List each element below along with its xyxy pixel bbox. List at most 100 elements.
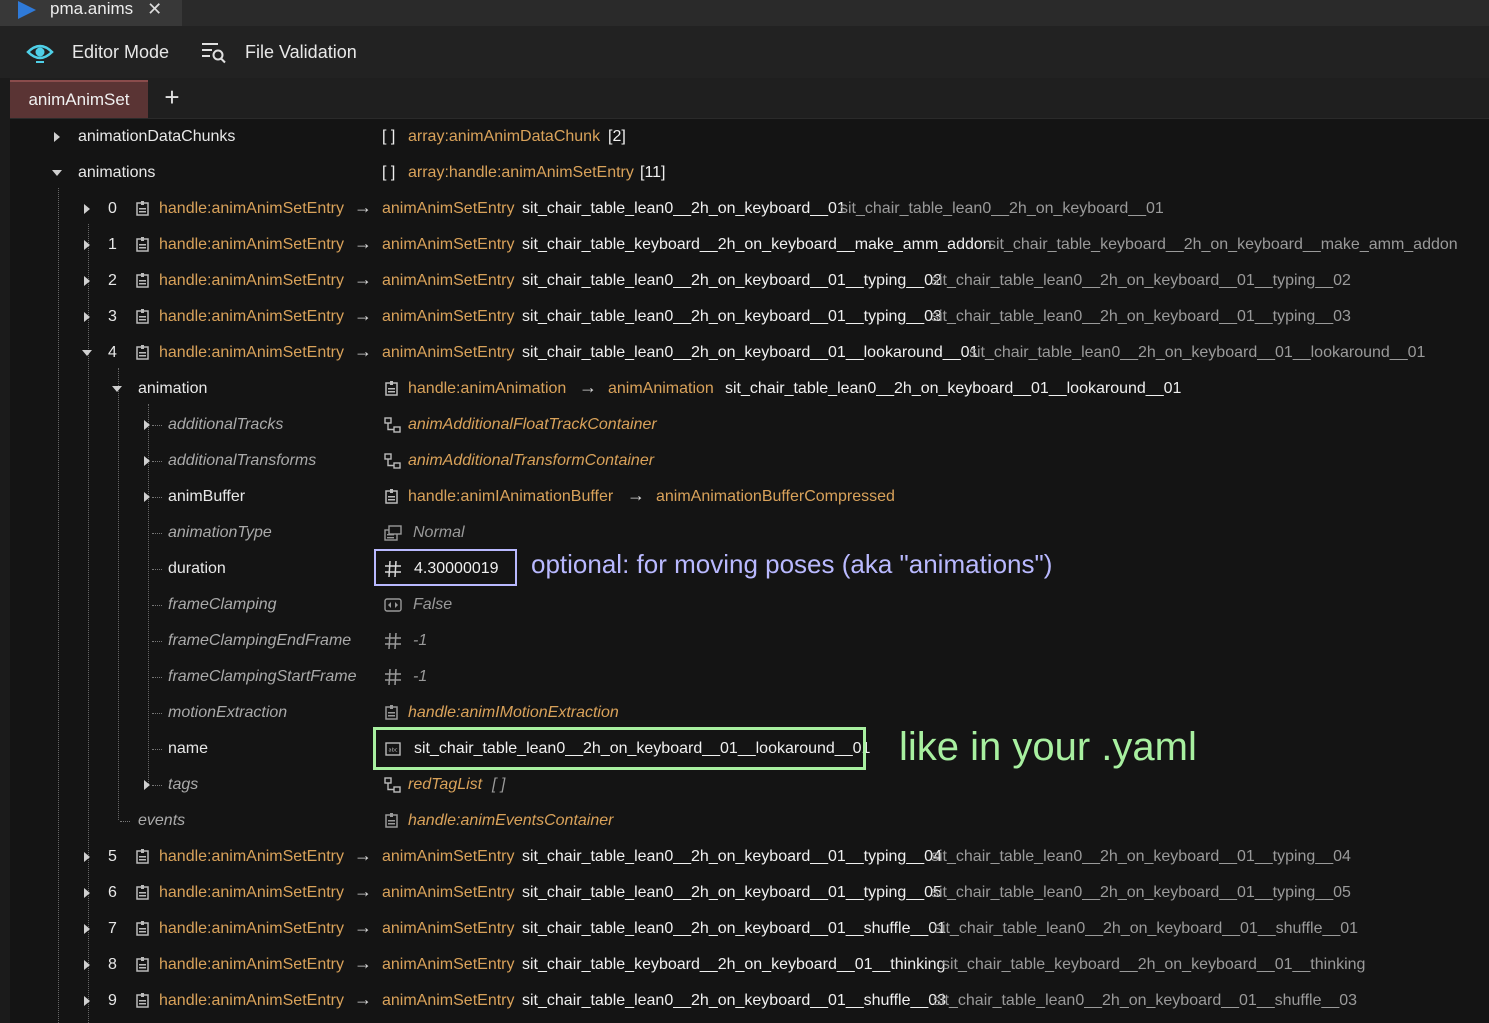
handle-icon [136, 273, 149, 288]
entry-index: 4 [108, 344, 117, 361]
entry-index: 8 [108, 956, 117, 973]
tree-row-entry[interactable]: 3 handle:animAnimSetEntry → animAnimSetE… [10, 299, 1489, 335]
tree-row-animations[interactable]: animations [ ] array:handle:animAnimSetE… [10, 155, 1489, 191]
field-key: frameClampingStartFrame [168, 668, 357, 685]
entry-handle: handle:animAnimSetEntry [159, 848, 344, 865]
tree-row-entry[interactable]: 0 handle:animAnimSetEntry → animAnimSetE… [10, 191, 1489, 227]
expand-icon[interactable] [84, 960, 90, 970]
tree-connector [152, 461, 162, 462]
tree-row-animbuffer[interactable]: animBuffer handle:animIAnimationBuffer →… [10, 479, 1489, 515]
file-validation-button[interactable]: File Validation [201, 26, 357, 78]
entry-index: 3 [108, 308, 117, 325]
entry-name: sit_chair_table_keyboard__2h_on_keyboard… [522, 956, 946, 973]
field-handle: handle:animIAnimationBuffer [408, 488, 614, 505]
expand-icon[interactable] [84, 312, 90, 322]
tree-row-entry[interactable]: 2 handle:animAnimSetEntry → animAnimSetE… [10, 263, 1489, 299]
field-key: name [168, 740, 209, 757]
expand-icon[interactable] [84, 240, 90, 250]
tree-row-frameclampingendframe[interactable]: frameClampingEndFrame -1 [10, 623, 1489, 659]
expand-icon[interactable] [84, 276, 90, 286]
tree-row-animationtype[interactable]: animationType Normal [10, 515, 1489, 551]
entry-handle: handle:animAnimSetEntry [159, 272, 344, 289]
close-icon[interactable]: ✕ [147, 0, 162, 20]
tree-row-animationdatachunks[interactable]: animationDataChunks [ ] array:animAnimDa… [10, 119, 1489, 155]
tree-row-frameclampingstartframe[interactable]: frameClampingStartFrame -1 [10, 659, 1489, 695]
entry-index: 5 [108, 848, 117, 865]
panel-tabs: animAnimSet + [10, 78, 1489, 119]
arrow-right-icon: → [579, 377, 597, 397]
field-key: duration [168, 560, 226, 577]
handle-icon [136, 885, 149, 900]
entry-handle: handle:animAnimSetEntry [159, 308, 344, 325]
entry-handle: handle:animAnimSetEntry [159, 236, 344, 253]
expand-icon[interactable] [144, 780, 150, 790]
tree-row-tags[interactable]: tags redTagList [ ] [10, 767, 1489, 803]
tree-row-entry[interactable]: 8 handle:animAnimSetEntry → animAnimSetE… [10, 947, 1489, 983]
entry-name: sit_chair_table_lean0__2h_on_keyboard__0… [522, 200, 846, 217]
tree-connector [152, 533, 162, 534]
field-key: animBuffer [168, 488, 246, 505]
play-icon [18, 1, 36, 19]
expand-icon[interactable] [84, 852, 90, 862]
hash-icon [385, 668, 401, 686]
collapse-icon[interactable] [52, 170, 62, 176]
expand-icon[interactable] [144, 456, 150, 466]
entry-display: sit_chair_table_lean0__2h_on_keyboard__0… [931, 848, 1351, 865]
name-highlight-box [373, 727, 866, 770]
tree-row-additionaltracks[interactable]: additionalTracks animAdditionalFloatTrac… [10, 407, 1489, 443]
tree-row-events[interactable]: events handle:animEventsContainer [10, 803, 1489, 839]
arrow-right-icon: → [354, 881, 372, 901]
collapse-icon[interactable] [82, 350, 92, 356]
editor-mode-button[interactable]: Editor Mode [26, 26, 169, 78]
document-tab[interactable]: pma.anims ✕ [0, 0, 182, 26]
entry-name: sit_chair_table_lean0__2h_on_keyboard__0… [522, 884, 942, 901]
entry-index: 6 [108, 884, 117, 901]
arrow-right-icon: → [354, 305, 372, 325]
field-type: array:animAnimDataChunk [408, 128, 601, 145]
arrow-right-icon: → [354, 341, 372, 361]
handle-icon [385, 381, 398, 396]
expand-icon[interactable] [84, 924, 90, 934]
entry-handle: handle:animAnimSetEntry [159, 884, 344, 901]
editor-mode-label: Editor Mode [72, 41, 170, 62]
expand-icon[interactable] [54, 132, 60, 142]
expand-icon[interactable] [84, 996, 90, 1006]
field-key: animationDataChunks [78, 128, 236, 145]
entry-type: animAnimSetEntry [382, 236, 515, 253]
handle-icon [136, 849, 149, 864]
handle-icon [136, 921, 149, 936]
tree-row-frameclamping[interactable]: frameClamping False [10, 587, 1489, 623]
field-key: animations [78, 164, 156, 181]
document-tabbar: pma.anims ✕ [0, 0, 1489, 26]
entry-handle: handle:animAnimSetEntry [159, 920, 344, 937]
expand-icon[interactable] [144, 420, 150, 430]
add-tab-button[interactable]: + [160, 84, 184, 110]
array-count: [11] [640, 164, 666, 181]
entry-type: animAnimSetEntry [382, 344, 515, 361]
tab-animanimset[interactable]: animAnimSet [10, 80, 148, 118]
tree-row-entry[interactable]: 9 handle:animAnimSetEntry → animAnimSetE… [10, 983, 1489, 1019]
field-key: animation [138, 380, 208, 397]
list-search-icon [202, 43, 226, 64]
tree-row-entry[interactable]: 1 handle:animAnimSetEntry → animAnimSetE… [10, 227, 1489, 263]
entry-display: sit_chair_table_lean0__2h_on_keyboard__0… [931, 272, 1351, 289]
expand-icon[interactable] [144, 492, 150, 502]
tree-row-entry[interactable]: 7 handle:animAnimSetEntry → animAnimSetE… [10, 911, 1489, 947]
handle-icon [385, 705, 398, 720]
tree-row-animation[interactable]: animation handle:animAnimation → animAni… [10, 371, 1489, 407]
struct-icon [384, 777, 401, 793]
tree-row-motionextraction[interactable]: motionExtraction handle:animIMotionExtra… [10, 695, 1489, 731]
tree-row-entry[interactable]: 4 handle:animAnimSetEntry → animAnimSetE… [10, 335, 1489, 371]
expand-icon[interactable] [84, 204, 90, 214]
expand-icon[interactable] [84, 888, 90, 898]
tree-connector [152, 569, 162, 570]
tree-row-entry[interactable]: 6 handle:animAnimSetEntry → animAnimSetE… [10, 875, 1489, 911]
collapse-icon[interactable] [112, 386, 122, 392]
file-validation-label: File Validation [245, 41, 357, 62]
tree-connector [152, 425, 162, 426]
entry-index: 7 [108, 920, 117, 937]
entry-handle: handle:animAnimSetEntry [159, 344, 344, 361]
tree-connector [152, 497, 162, 498]
tree-row-additionaltransforms[interactable]: additionalTransforms animAdditionalTrans… [10, 443, 1489, 479]
tree-row-entry[interactable]: 5 handle:animAnimSetEntry → animAnimSetE… [10, 839, 1489, 875]
